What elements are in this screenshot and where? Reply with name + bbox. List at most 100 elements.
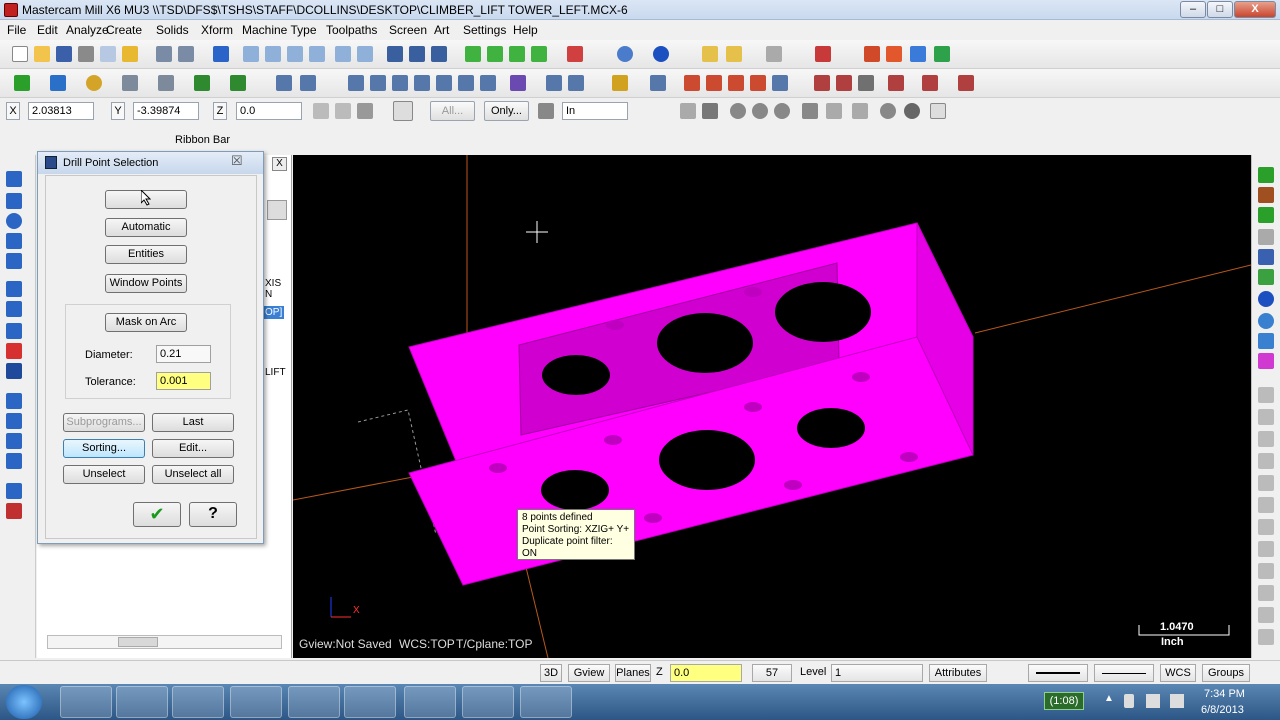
scroll-thumb[interactable] [118,637,158,647]
hex-select-3-icon[interactable] [774,103,790,119]
menu-xform[interactable]: Xform [201,23,233,37]
hex-select-2-icon[interactable] [752,103,768,119]
maximize-button[interactable]: □ [1207,1,1233,18]
groups-button[interactable]: Groups [1202,664,1250,682]
cone-icon[interactable] [6,323,22,339]
x-coordinate-input[interactable]: 2.03813 [28,102,94,120]
gray-tool-6-icon[interactable] [1258,497,1274,513]
tray-arrow-icon[interactable]: ▲ [1104,693,1114,704]
z-coordinate-input[interactable]: 0.0 [236,102,302,120]
solid-front-icon[interactable] [487,46,503,62]
menu-screen[interactable]: Screen [389,23,427,37]
chain-icon[interactable] [409,46,425,62]
menu-edit[interactable]: Edit [37,23,58,37]
toolpath-manager-icon[interactable] [864,46,880,62]
chamfer-icon[interactable] [158,75,174,91]
cube-icon[interactable] [6,253,22,269]
z-depth-field[interactable]: 0.0 [670,664,742,682]
lock-icon[interactable] [313,103,329,119]
solids-icon[interactable] [6,193,22,209]
minimize-button[interactable]: – [1180,1,1206,18]
xform-offset-icon[interactable] [436,75,452,91]
panel-help-icon[interactable] [267,200,287,220]
edit-icon[interactable] [1258,207,1274,223]
layout-icon[interactable] [6,483,22,499]
plane-top-icon[interactable] [1258,167,1274,183]
diameter-field[interactable]: 0.21 [156,345,211,363]
edit-button[interactable]: Edit... [152,439,234,458]
gray-tool-5-icon[interactable] [1258,475,1274,491]
save-icon[interactable] [56,46,72,62]
unselect-all-button[interactable]: Unselect all [152,465,234,484]
wand-icon[interactable] [726,46,742,62]
break-icon[interactable] [300,75,316,91]
verify-selection-icon[interactable] [702,103,718,119]
level-field[interactable]: 1 [831,664,923,682]
line-style-select[interactable] [1028,664,1088,682]
operations-icon[interactable] [886,46,902,62]
art-icon[interactable] [6,213,22,229]
gray-tool-9-icon[interactable] [1258,563,1274,579]
pink-cube-icon[interactable] [1258,353,1274,369]
gray-tool-12-icon[interactable] [1258,629,1274,645]
undo-icon[interactable] [156,46,172,62]
layers-icon[interactable] [6,393,22,409]
outlook-icon[interactable] [344,686,396,718]
gray-tool-3-icon[interactable] [1258,431,1274,447]
planes-button[interactable]: Planes [615,664,651,682]
clock-time[interactable]: 7:34 PM [1204,688,1245,700]
gview-button[interactable]: Gview [568,664,610,682]
contour-icon[interactable] [546,75,562,91]
simulate-icon[interactable] [836,75,852,91]
clock-date[interactable]: 6/8/2013 [1201,704,1244,716]
panel-close-button[interactable]: X [272,157,287,171]
xform-project-icon[interactable] [480,75,496,91]
print-preview-icon[interactable] [100,46,116,62]
list-icon[interactable] [728,75,744,91]
menu-machine-type[interactable]: Machine Type [242,23,317,37]
volume-icon[interactable] [1170,694,1184,708]
unselect-button[interactable]: Unselect [63,465,145,484]
help-icon[interactable] [393,101,413,121]
arc-icon[interactable] [86,75,102,91]
stock-icon[interactable] [772,75,788,91]
subprograms-button[interactable]: Subprograms... [63,413,145,432]
gray-tool-1-icon[interactable] [1258,387,1274,403]
shape-icon[interactable] [6,343,22,359]
menu-art[interactable]: Art [434,23,449,37]
merge-icon[interactable] [122,46,138,62]
solid-side-icon[interactable] [509,46,525,62]
view-cube-icon[interactable] [567,46,583,62]
chrome-icon[interactable] [230,686,282,718]
chain-select-icon[interactable] [650,75,666,91]
help-question-icon[interactable] [815,46,831,62]
select-icon[interactable] [387,46,403,62]
boolean-icon[interactable] [6,413,22,429]
cylinder-icon[interactable] [6,301,22,317]
hex-select-icon[interactable] [730,103,746,119]
table-icon[interactable] [706,75,722,91]
dialog-close-button[interactable]: ☒ [231,153,243,169]
gray-tool-11-icon[interactable] [1258,607,1274,623]
color-selector[interactable]: 57 [752,664,792,682]
help-button[interactable]: ? [189,502,237,527]
recorder-task-icon[interactable] [520,686,572,718]
measure-icon[interactable] [922,75,938,91]
mastercam-task-icon[interactable] [462,686,514,718]
hex-icon[interactable] [858,75,874,91]
wcs-button[interactable]: WCS [1160,664,1196,682]
xform-mirror-icon[interactable] [370,75,386,91]
menu-analyze[interactable]: Analyze [66,23,109,37]
grid-icon[interactable] [684,75,700,91]
down-arrow-icon[interactable] [6,233,22,249]
panel-horizontal-scrollbar[interactable] [47,635,282,649]
gray-tool-10-icon[interactable] [1258,585,1274,601]
mask-on-arc-button[interactable]: Mask on Arc [105,313,187,332]
attributes-button[interactable]: Attributes [929,664,987,682]
start-button[interactable] [6,685,42,719]
window-icon[interactable] [6,281,22,297]
ok-button[interactable]: ✔ [133,502,181,527]
filter-icon[interactable] [680,103,696,119]
point-icon[interactable] [14,75,30,91]
sphere-select-icon[interactable] [904,103,920,119]
